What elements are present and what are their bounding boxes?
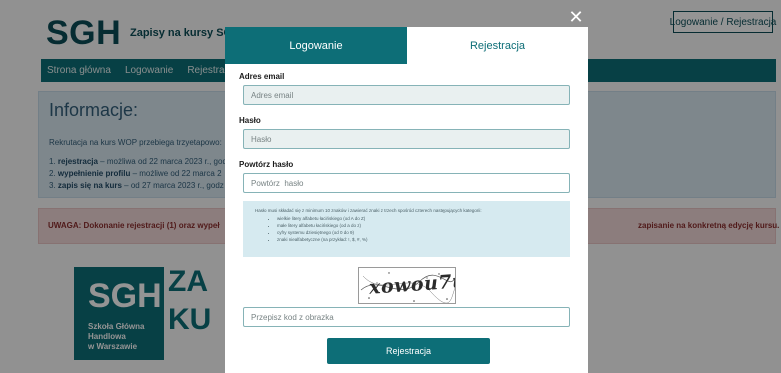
tab-register[interactable]: Rejestracja bbox=[407, 27, 588, 64]
password-label: Hasło bbox=[239, 116, 261, 125]
password-repeat-label: Powtórz hasło bbox=[239, 160, 294, 169]
password-field[interactable] bbox=[243, 129, 570, 149]
close-icon[interactable]: ✕ bbox=[567, 8, 585, 26]
password-rules-intro: Hasło musi składać się z minimum 10 znak… bbox=[255, 208, 482, 213]
password-repeat-field[interactable] bbox=[243, 173, 570, 193]
password-rule: wielkie litery alfabetu łacińskiego (od … bbox=[277, 215, 558, 222]
password-rule: małe litery alfabetu łacińskiego (od a d… bbox=[277, 222, 558, 229]
captcha-input[interactable] bbox=[243, 307, 570, 327]
email-label: Adres email bbox=[239, 72, 285, 81]
password-rules-list: wielkie litery alfabetu łacińskiego (od … bbox=[277, 215, 558, 243]
password-rules-box: Hasło musi składać się z minimum 10 znak… bbox=[243, 201, 570, 257]
auth-tabs: Logowanie Rejestracja bbox=[225, 27, 588, 64]
auth-modal: Logowanie Rejestracja Adres email Hasło … bbox=[225, 27, 588, 373]
tab-login[interactable]: Logowanie bbox=[225, 27, 407, 64]
register-button[interactable]: Rejestracja bbox=[327, 338, 490, 364]
password-rule: cyfry systemu dziesiętnego (od 0 do 9) bbox=[277, 229, 558, 236]
password-rule: znaki niealfabetyczne (na przykład: !, $… bbox=[277, 236, 558, 243]
email-field[interactable] bbox=[243, 85, 570, 105]
captcha-image: xowou7u8 bbox=[358, 267, 456, 304]
